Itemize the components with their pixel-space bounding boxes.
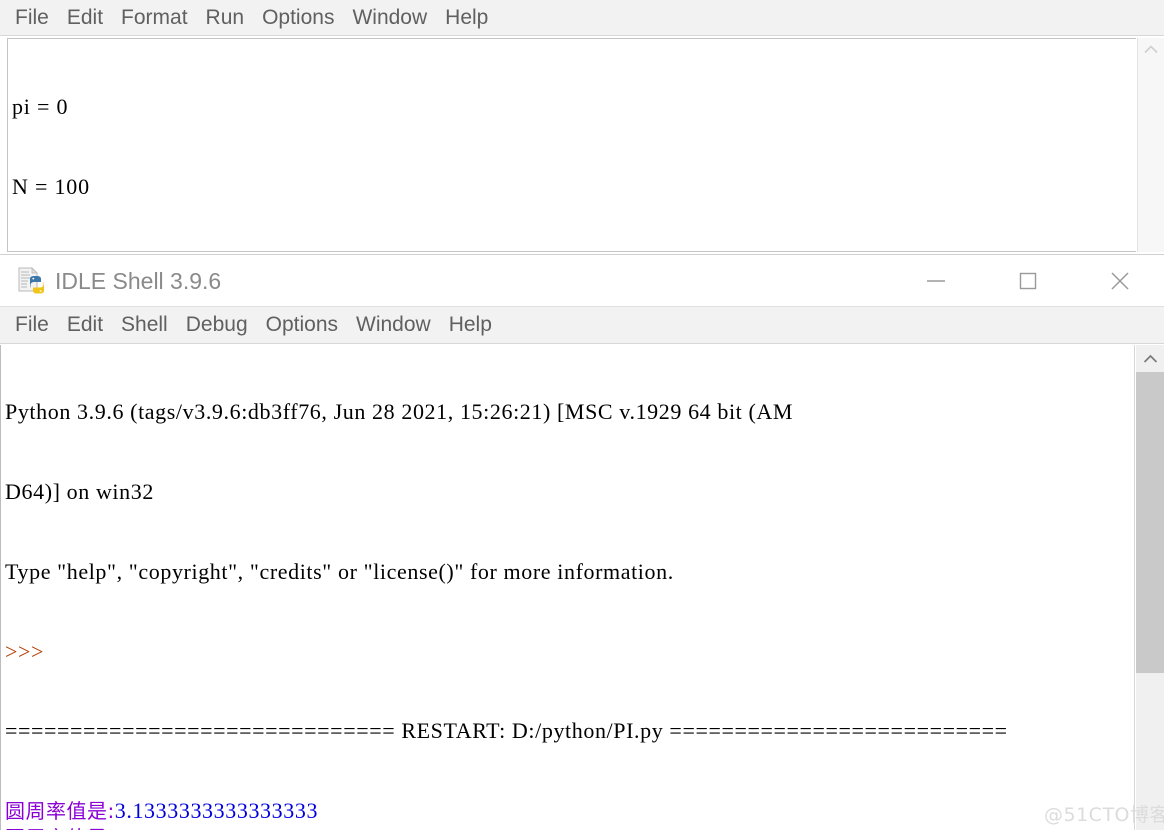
shell-output-line: 圆周率值是:3.1414224664224664: [5, 825, 1008, 830]
editor-menu-file[interactable]: File: [6, 1, 58, 35]
shell-menu-help[interactable]: Help: [440, 308, 501, 342]
editor-scroll-up-arrow[interactable]: [1137, 38, 1164, 60]
editor-menu-help[interactable]: Help: [436, 1, 497, 35]
editor-menu-run[interactable]: Run: [197, 1, 254, 35]
code-line-1-text: pi = 0: [12, 94, 69, 119]
code-line-1: pi = 0: [12, 94, 705, 121]
code-line-2-text: N = 100: [12, 173, 90, 199]
shell-menu-debug[interactable]: Debug: [177, 308, 257, 342]
shell-menu-shell[interactable]: Shell: [112, 308, 177, 342]
shell-menu-window[interactable]: Window: [347, 308, 440, 342]
minimize-button[interactable]: [906, 256, 966, 306]
shell-output-area[interactable]: Python 3.9.6 (tags/v3.9.6:db3ff76, Jun 2…: [0, 345, 1135, 830]
watermark-label: @51CTO博客: [1044, 804, 1164, 826]
idle-editor-window: File Edit Format Run Options Window Help…: [0, 0, 1164, 255]
shell-menu-edit[interactable]: Edit: [58, 308, 112, 342]
idle-shell-window: IDLE Shell 3.9.6 File Edit Shell Debug O…: [0, 256, 1164, 830]
editor-menu-edit[interactable]: Edit: [58, 1, 112, 35]
maximize-icon: [1019, 272, 1037, 290]
editor-menu-options[interactable]: Options: [253, 1, 343, 35]
chevron-up-icon: [1143, 354, 1157, 363]
editor-menu-window[interactable]: Window: [343, 1, 436, 35]
editor-vertical-scrollbar[interactable]: [1137, 38, 1164, 252]
shell-output-value: 3.1333333333333333: [114, 798, 319, 824]
shell-output-line: 圆周率值是:3.1333333333333333: [5, 798, 1008, 825]
shell-output-label: 圆周率值是:: [5, 826, 115, 830]
shell-restart-line: ============================== RESTART: …: [5, 718, 1008, 744]
editor-source-code: pi = 0 N = 100 for k in range(N): pi += …: [12, 41, 705, 251]
maximize-button[interactable]: [998, 256, 1058, 306]
shell-output-label: 圆周率值是:: [5, 799, 115, 824]
minimize-icon: [927, 280, 945, 282]
shell-prompt: >>>: [5, 638, 45, 664]
close-icon: [1111, 272, 1129, 290]
shell-titlebar[interactable]: IDLE Shell 3.9.6: [0, 256, 1164, 306]
shell-menubar: File Edit Shell Debug Options Window Hel…: [0, 306, 1164, 344]
code-line-2: N = 100: [12, 174, 705, 201]
editor-menu-format[interactable]: Format: [112, 1, 197, 35]
chevron-up-icon: [1143, 44, 1158, 53]
shell-menu-options[interactable]: Options: [257, 308, 347, 342]
shell-banner-line-1: Python 3.9.6 (tags/v3.9.6:db3ff76, Jun 2…: [5, 399, 794, 425]
shell-output-value: 3.1414224664224664: [115, 825, 318, 830]
editor-code-area[interactable]: pi = 0 N = 100 for k in range(N): pi += …: [7, 38, 1136, 252]
shell-menu-file[interactable]: File: [6, 308, 58, 342]
close-button[interactable]: [1090, 256, 1150, 306]
shell-banner-line-3: Type "help", "copyright", "credits" or "…: [5, 558, 674, 584]
shell-transcript: Python 3.9.6 (tags/v3.9.6:db3ff76, Jun 2…: [5, 346, 1008, 830]
editor-window-bottom-edge: [0, 252, 1164, 255]
shell-vertical-scrollbar[interactable]: [1136, 345, 1164, 830]
shell-scroll-thumb[interactable]: [1136, 372, 1164, 673]
shell-output-lines: 圆周率值是:3.1333333333333333圆周率值是:3.14142246…: [5, 798, 1008, 830]
editor-menubar: File Edit Format Run Options Window Help: [0, 0, 1164, 36]
shell-window-title: IDLE Shell 3.9.6: [55, 268, 222, 294]
python-idle-icon: [18, 267, 44, 294]
shell-banner-line-2: D64)] on win32: [5, 478, 154, 504]
shell-scroll-up-arrow[interactable]: [1136, 345, 1164, 372]
